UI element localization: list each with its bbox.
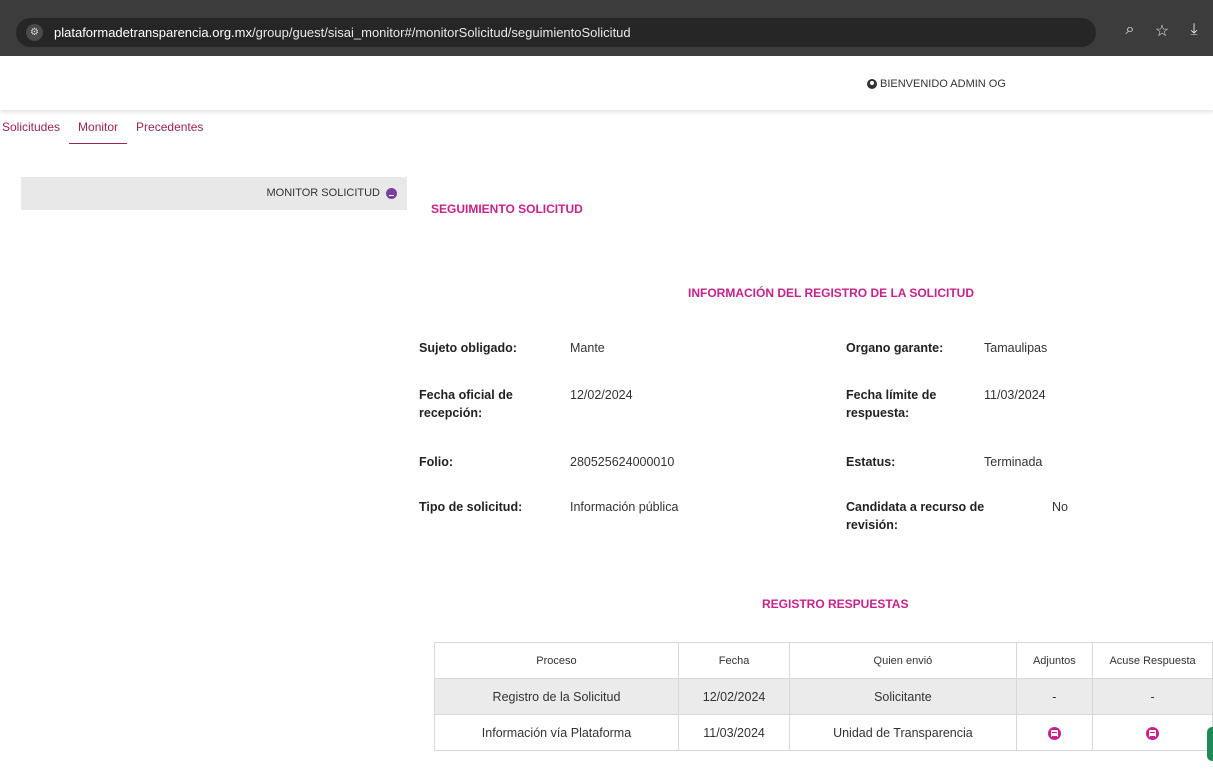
- cell-quien: Solicitante: [789, 678, 1017, 715]
- estatus-label: Estatus:: [846, 455, 896, 469]
- header-quien: Quien envió: [789, 642, 1017, 679]
- tab-solicitudes[interactable]: Solicitudes: [0, 116, 69, 144]
- header-adjuntos: Adjuntos: [1015, 642, 1094, 679]
- site-header: BIENVENIDO ADMIN OG: [0, 56, 1213, 110]
- cell-acuse: [1092, 714, 1213, 751]
- fecha-oficial-label: Fecha oficial de recepción:: [419, 388, 513, 420]
- cell-adjuntos: -: [1015, 678, 1094, 715]
- responses-title: REGISTRO RESPUESTAS: [762, 597, 909, 611]
- candidata-value: No: [1052, 500, 1068, 514]
- organo-label: Organo garante:: [846, 341, 944, 355]
- browser-actions: ⌕ ☆ ⤓: [1121, 21, 1203, 41]
- header-acuse: Acuse Respuesta: [1092, 642, 1213, 679]
- cell-quien: Unidad de Transparencia: [789, 714, 1017, 751]
- page-title: SEGUIMIENTO SOLICITUD: [431, 202, 583, 216]
- site-settings-icon[interactable]: ⚙: [26, 24, 43, 41]
- sujeto-value: Mante: [570, 341, 605, 355]
- fecha-limite-value: 11/03/2024: [984, 388, 1046, 402]
- cell-adjuntos: [1015, 714, 1094, 751]
- sujeto-label: Sujeto obligado:: [419, 341, 517, 355]
- table-row: Información vía Plataforma 11/03/2024 Un…: [434, 714, 1213, 751]
- tab-precedentes[interactable]: Precedentes: [127, 116, 212, 144]
- header-fecha: Fecha: [677, 642, 791, 679]
- sidebar: MONITOR SOLICITUD: [21, 177, 407, 210]
- section-title: INFORMACIÓN DEL REGISTRO DE LA SOLICITUD: [688, 286, 975, 300]
- zoom-icon[interactable]: ⌕: [1121, 21, 1139, 41]
- fecha-limite-label: Fecha límite de respuesta:: [846, 388, 937, 420]
- estatus-value: Terminada: [984, 455, 1043, 469]
- sidebar-item-label: MONITOR SOLICITUD: [266, 187, 380, 199]
- cell-fecha: 11/03/2024: [677, 714, 791, 751]
- download-icon[interactable]: ⤓: [1185, 21, 1203, 41]
- cell-proceso: Registro de la Solicitud: [434, 678, 679, 715]
- address-bar[interactable]: ⚙ plataformadetransparencia.org.mx/group…: [16, 18, 1096, 47]
- bookmark-star-icon[interactable]: ☆: [1153, 21, 1171, 41]
- responses-table: Proceso Fecha Quien envió Adjuntos Acuse…: [434, 642, 1213, 751]
- welcome-user[interactable]: BIENVENIDO ADMIN OG: [867, 78, 1006, 90]
- folio-value: 280525624000010: [570, 455, 675, 469]
- sidebar-item-monitor-solicitud[interactable]: MONITOR SOLICITUD: [267, 187, 397, 199]
- tab-monitor[interactable]: Monitor: [69, 116, 128, 144]
- candidata-label: Candidata a recurso de revisión:: [846, 500, 985, 532]
- chevron-circle-icon: [386, 187, 397, 199]
- tipo-label: Tipo de solicitud:: [419, 500, 523, 514]
- cell-fecha: 12/02/2024: [677, 678, 791, 715]
- tipo-value: Información pública: [570, 500, 679, 514]
- organo-value: Tamaulipas: [984, 341, 1048, 355]
- table-header-row: Proceso Fecha Quien envió Adjuntos Acuse…: [434, 642, 1213, 679]
- browser-toolbar: ⚙ plataformadetransparencia.org.mx/group…: [0, 0, 1213, 56]
- welcome-text: BIENVENIDO ADMIN OG: [880, 78, 1006, 90]
- document-icon[interactable]: [1146, 726, 1160, 740]
- folio-label: Folio:: [419, 455, 454, 469]
- fecha-oficial-value: 12/02/2024: [570, 388, 633, 402]
- cell-acuse: -: [1092, 678, 1213, 715]
- main-nav: Solicitudes Monitor Precedentes: [0, 116, 212, 144]
- table-row: Registro de la Solicitud 12/02/2024 Soli…: [434, 678, 1213, 715]
- document-icon[interactable]: [1047, 726, 1061, 740]
- header-proceso: Proceso: [434, 642, 679, 679]
- chat-widget-tab[interactable]: [1207, 727, 1213, 761]
- user-icon: [867, 79, 877, 89]
- url-text[interactable]: plataformadetransparencia.org.mx/group/g…: [54, 25, 631, 40]
- cell-proceso: Información vía Plataforma: [434, 714, 679, 751]
